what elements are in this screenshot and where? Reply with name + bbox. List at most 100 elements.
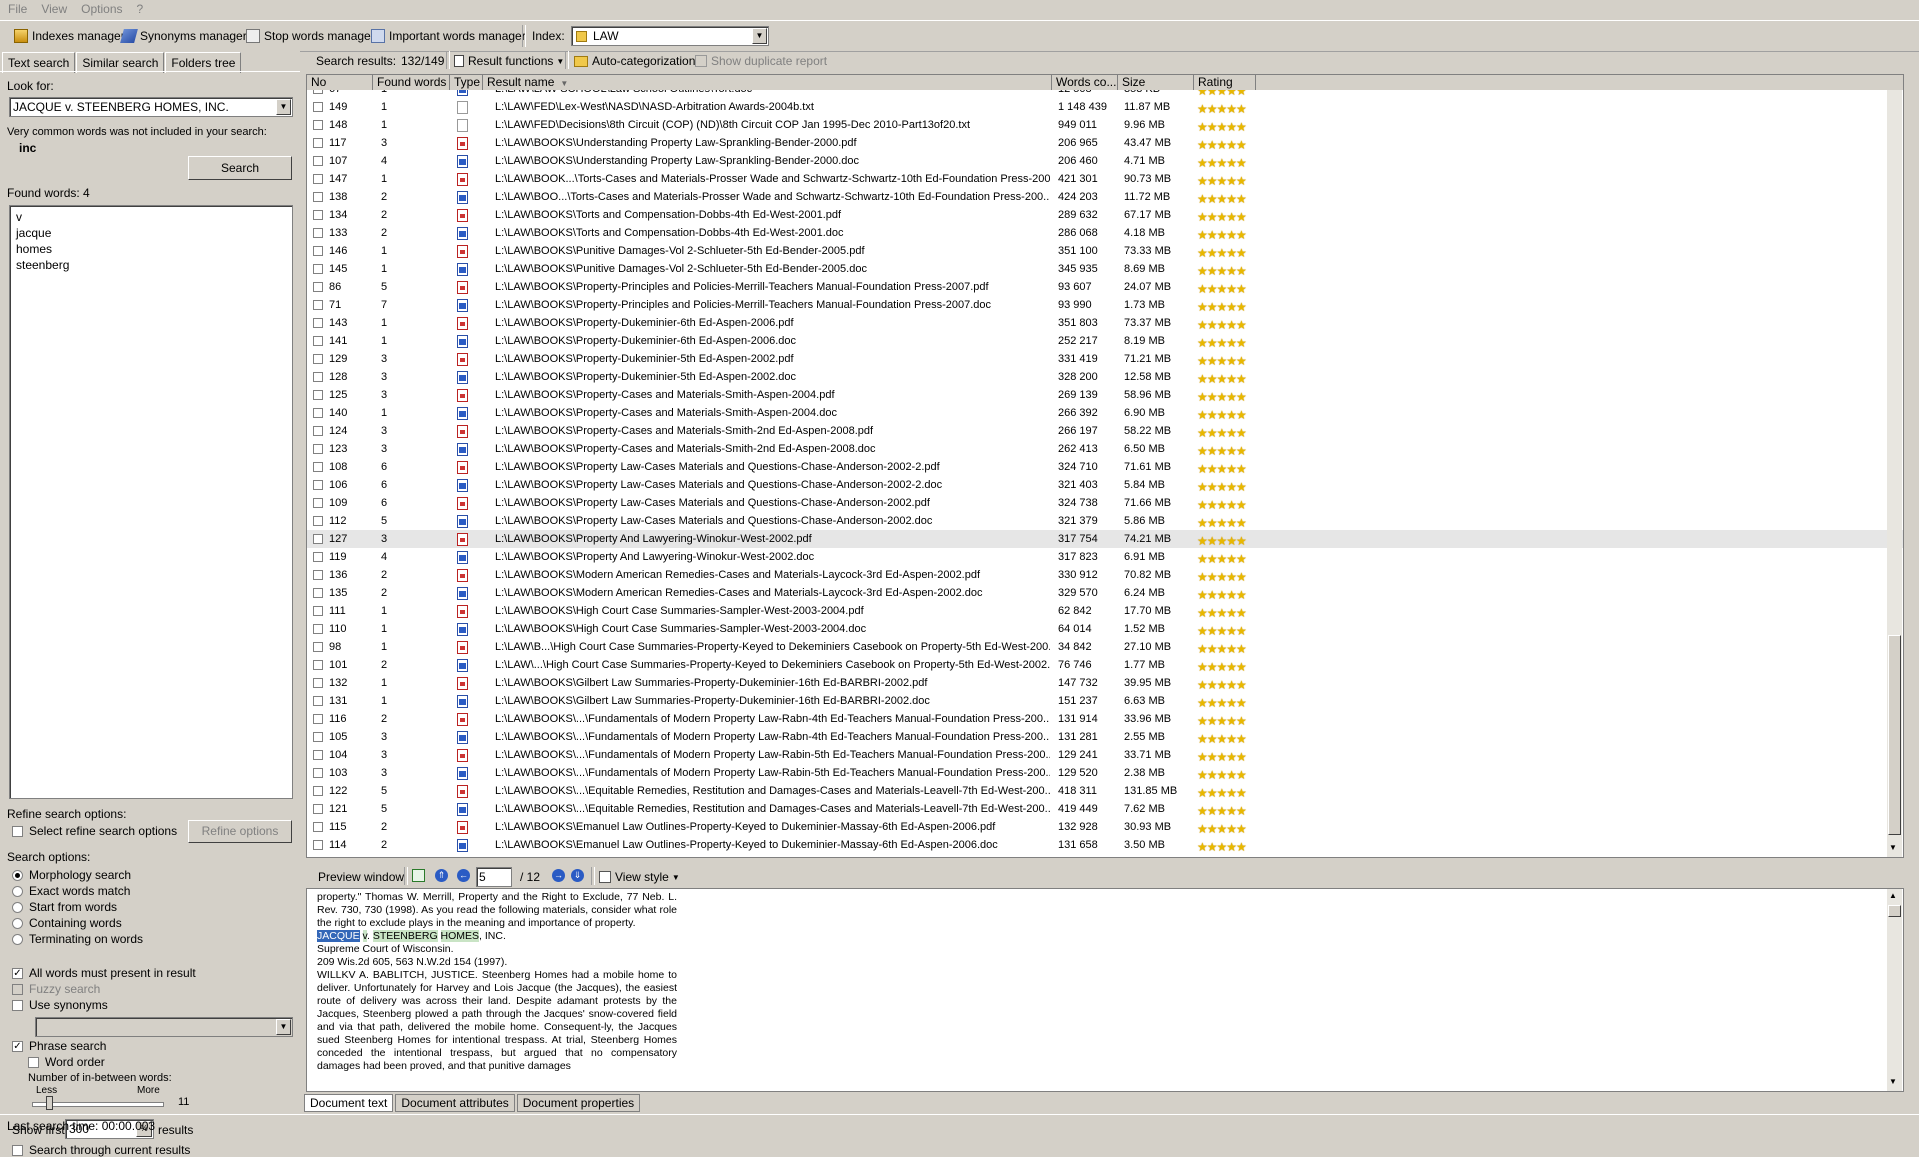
table-row[interactable]: 108 6 L:\LAW\BOOKS\Property Law-Cases Mate… xyxy=(307,458,1903,476)
row-checkbox[interactable] xyxy=(313,426,323,436)
result-functions-button[interactable]: Result functions ▼ xyxy=(454,51,564,71)
select-refine-checkbox[interactable]: Select refine search options xyxy=(12,824,177,838)
tab-similar-search[interactable]: Similar search xyxy=(76,52,165,73)
view-style-button[interactable]: View style ▼ xyxy=(599,867,680,887)
row-checkbox[interactable] xyxy=(313,444,323,454)
important-words-manager-button[interactable]: Important words manager xyxy=(371,26,526,46)
synonyms-select[interactable]: ▼ xyxy=(35,1017,293,1037)
table-row[interactable]: 105 3 L:\LAW\BOOKS\...\Fundamentals of Mod… xyxy=(307,728,1903,746)
table-row[interactable]: 119 4 L:\LAW\BOOKS\Property And Lawyering-… xyxy=(307,548,1903,566)
row-checkbox[interactable] xyxy=(313,534,323,544)
checkbox-box[interactable] xyxy=(12,999,23,1011)
radio-terminating[interactable]: Terminating on words xyxy=(12,932,143,946)
table-row[interactable]: 132 1 L:\LAW\BOOKS\Gilbert Law Summaries-P… xyxy=(307,674,1903,692)
table-row[interactable]: 135 2 L:\LAW\BOOKS\Modern American Remedie… xyxy=(307,584,1903,602)
table-row[interactable]: 114 2 L:\LAW\BOOKS\Emanuel Law Outlines-Pr… xyxy=(307,836,1903,854)
tab-document-properties[interactable]: Document properties xyxy=(516,1094,641,1112)
row-checkbox[interactable] xyxy=(313,282,323,292)
list-item[interactable]: homes xyxy=(16,241,69,257)
table-row[interactable]: 112 5 L:\LAW\BOOKS\Property Law-Cases Mate… xyxy=(307,512,1903,530)
row-checkbox[interactable] xyxy=(313,138,323,148)
indexes-manager-button[interactable]: Indexes manager xyxy=(14,26,125,46)
table-row[interactable]: 98 1 L:\LAW\B...\High Court Case Summaries… xyxy=(307,638,1903,656)
radio-exact[interactable]: Exact words match xyxy=(12,884,130,898)
row-checkbox[interactable] xyxy=(313,822,323,832)
radio-button[interactable] xyxy=(12,917,23,929)
search-button[interactable]: Search xyxy=(188,156,292,180)
edit-icon[interactable] xyxy=(412,869,425,882)
tab-folders-tree[interactable]: Folders tree xyxy=(165,52,242,73)
row-checkbox[interactable] xyxy=(313,804,323,814)
table-row[interactable]: 133 2 L:\LAW\BOOKS\Torts and Compensation-… xyxy=(307,224,1903,242)
row-checkbox[interactable] xyxy=(313,786,323,796)
scroll-thumb[interactable] xyxy=(1888,905,1901,917)
first-page-icon[interactable]: ⇑ xyxy=(435,869,448,882)
radio-morphology[interactable]: Morphology search xyxy=(12,868,131,882)
table-row[interactable]: 129 3 L:\LAW\BOOKS\Property-Dukeminier-5th… xyxy=(307,350,1903,368)
col-size[interactable]: Size xyxy=(1118,75,1194,90)
radio-containing[interactable]: Containing words xyxy=(12,916,122,930)
next-page-icon[interactable]: → xyxy=(552,869,565,882)
radio-button[interactable] xyxy=(12,901,23,913)
table-row[interactable]: 140 1 L:\LAW\BOOKS\Property-Cases and Mate… xyxy=(307,404,1903,422)
fuzzy-checkbox[interactable]: Fuzzy search xyxy=(12,982,100,996)
table-row[interactable]: 116 2 L:\LAW\BOOKS\...\Fundamentals of Mod… xyxy=(307,710,1903,728)
table-row[interactable]: 149 1 L:\LAW\FED\Lex-West\NASD\NASD-Arbitr… xyxy=(307,98,1903,116)
checkbox-box[interactable]: ✓ xyxy=(12,1040,23,1052)
table-row[interactable]: 121 5 L:\LAW\BOOKS\...\Equitable Remedies,… xyxy=(307,800,1903,818)
word-order-checkbox[interactable]: Word order xyxy=(28,1055,105,1069)
row-checkbox[interactable] xyxy=(313,246,323,256)
table-row[interactable]: 123 3 L:\LAW\BOOKS\Property-Cases and Mate… xyxy=(307,440,1903,458)
col-result-name[interactable]: Result name ▼ xyxy=(483,75,1052,90)
row-checkbox[interactable] xyxy=(313,336,323,346)
col-words-count[interactable]: Words co... xyxy=(1052,75,1118,90)
col-no[interactable]: No xyxy=(307,75,373,90)
show-duplicate-button[interactable]: Show duplicate report xyxy=(695,51,827,71)
tab-document-text[interactable]: Document text xyxy=(304,1094,394,1112)
checkbox-box[interactable] xyxy=(28,1056,39,1068)
scroll-thumb[interactable] xyxy=(1888,635,1901,835)
row-checkbox[interactable] xyxy=(313,120,323,130)
phrase-search-checkbox[interactable]: ✓ Phrase search xyxy=(12,1039,106,1053)
table-row[interactable]: 134 2 L:\LAW\BOOKS\Torts and Compensation-… xyxy=(307,206,1903,224)
table-row[interactable]: 143 1 L:\LAW\BOOKS\Property-Dukeminier-6th… xyxy=(307,314,1903,332)
row-checkbox[interactable] xyxy=(313,570,323,580)
table-row[interactable]: 104 3 L:\LAW\BOOKS\...\Fundamentals of Mod… xyxy=(307,746,1903,764)
row-checkbox[interactable] xyxy=(313,192,323,202)
row-checkbox[interactable] xyxy=(313,480,323,490)
row-checkbox[interactable] xyxy=(313,390,323,400)
table-row[interactable]: 138 2 L:\LAW\BOO...\Torts-Cases and Materi… xyxy=(307,188,1903,206)
last-page-icon[interactable]: ⇓ xyxy=(571,869,584,882)
table-row[interactable]: 148 1 L:\LAW\FED\Decisions\8th Circuit (CO… xyxy=(307,116,1903,134)
all-words-checkbox[interactable]: ✓ All words must present in result xyxy=(12,966,196,980)
auto-categorization-button[interactable]: Auto-categorization xyxy=(574,51,695,71)
tab-document-attributes[interactable]: Document attributes xyxy=(395,1094,515,1112)
checkbox-box[interactable] xyxy=(12,1144,23,1156)
table-row[interactable]: 106 6 L:\LAW\BOOKS\Property Law-Cases Mate… xyxy=(307,476,1903,494)
table-row[interactable]: 141 1 L:\LAW\BOOKS\Property-Dukeminier-6th… xyxy=(307,332,1903,350)
menu-view[interactable]: View xyxy=(33,0,73,16)
row-checkbox[interactable] xyxy=(313,462,323,472)
row-checkbox[interactable] xyxy=(313,642,323,652)
slider-handle[interactable] xyxy=(46,1096,53,1110)
list-item[interactable]: v xyxy=(16,209,69,225)
row-checkbox[interactable] xyxy=(313,660,323,670)
found-words-list[interactable]: v jacque homes steenberg xyxy=(9,205,293,799)
row-checkbox[interactable] xyxy=(313,498,323,508)
row-checkbox[interactable] xyxy=(313,840,323,850)
row-checkbox[interactable] xyxy=(313,624,323,634)
row-checkbox[interactable] xyxy=(313,714,323,724)
table-row[interactable]: 115 2 L:\LAW\BOOKS\Emanuel Law Outlines-Pr… xyxy=(307,818,1903,836)
scroll-down-icon[interactable]: ▼ xyxy=(1889,1077,1897,1086)
table-row[interactable]: 110 1 L:\LAW\BOOKS\High Court Case Summari… xyxy=(307,620,1903,638)
synonyms-checkbox[interactable]: Use synonyms xyxy=(12,998,108,1012)
table-row[interactable]: 111 1 L:\LAW\BOOKS\High Court Case Summari… xyxy=(307,602,1903,620)
table-row[interactable]: 103 3 L:\LAW\BOOKS\...\Fundamentals of Mod… xyxy=(307,764,1903,782)
row-checkbox[interactable] xyxy=(313,516,323,526)
prev-page-icon[interactable]: ← xyxy=(457,869,470,882)
row-checkbox[interactable] xyxy=(313,732,323,742)
row-checkbox[interactable] xyxy=(313,750,323,760)
table-row[interactable]: 131 1 L:\LAW\BOOKS\Gilbert Law Summaries-P… xyxy=(307,692,1903,710)
look-for-input[interactable]: JACQUE v. STEENBERG HOMES, INC. ▼ xyxy=(9,97,293,117)
radio-button[interactable] xyxy=(12,885,23,897)
